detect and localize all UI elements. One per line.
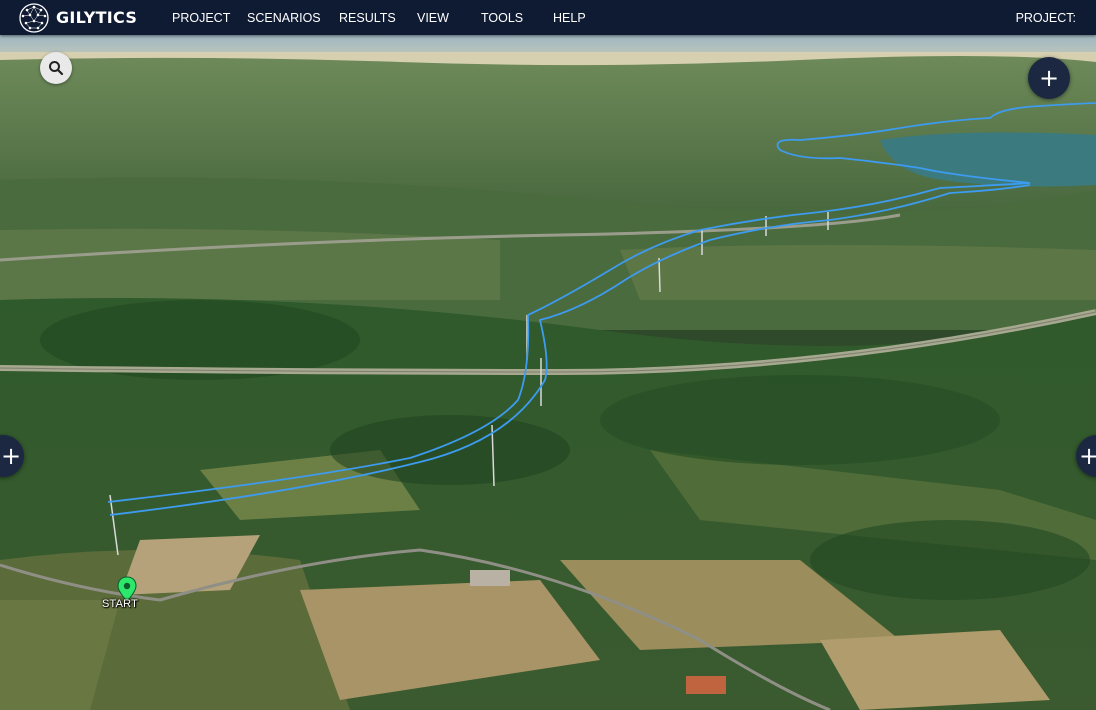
menu-project[interactable]: PROJECT xyxy=(172,11,230,25)
project-name-label: PROJECT: xyxy=(1015,11,1076,25)
plus-icon: + xyxy=(1078,442,1096,470)
menu-help[interactable]: HELP xyxy=(553,11,586,25)
add-button-top-right[interactable]: + xyxy=(1028,57,1070,99)
plus-icon: + xyxy=(0,442,22,470)
start-label: START xyxy=(102,598,139,610)
plus-icon: + xyxy=(1038,64,1060,92)
menu-view[interactable]: VIEW xyxy=(417,11,449,25)
search-icon xyxy=(49,61,64,76)
satellite-terrain xyxy=(0,35,1096,710)
search-button[interactable] xyxy=(40,52,72,84)
gilytics-logo[interactable]: GILYTICS xyxy=(18,2,137,33)
globe-logo-icon xyxy=(19,2,49,33)
map-3d-view[interactable]: START xyxy=(0,35,1096,710)
top-navigation-bar: GILYTICS PROJECT SCENARIOS RESULTS VIEW … xyxy=(0,0,1096,35)
logo-text: GILYTICS xyxy=(56,8,138,27)
menu-tools[interactable]: TOOLS xyxy=(481,11,523,25)
menu-scenarios[interactable]: SCENARIOS xyxy=(247,11,321,25)
menu-results[interactable]: RESULTS xyxy=(339,11,396,25)
